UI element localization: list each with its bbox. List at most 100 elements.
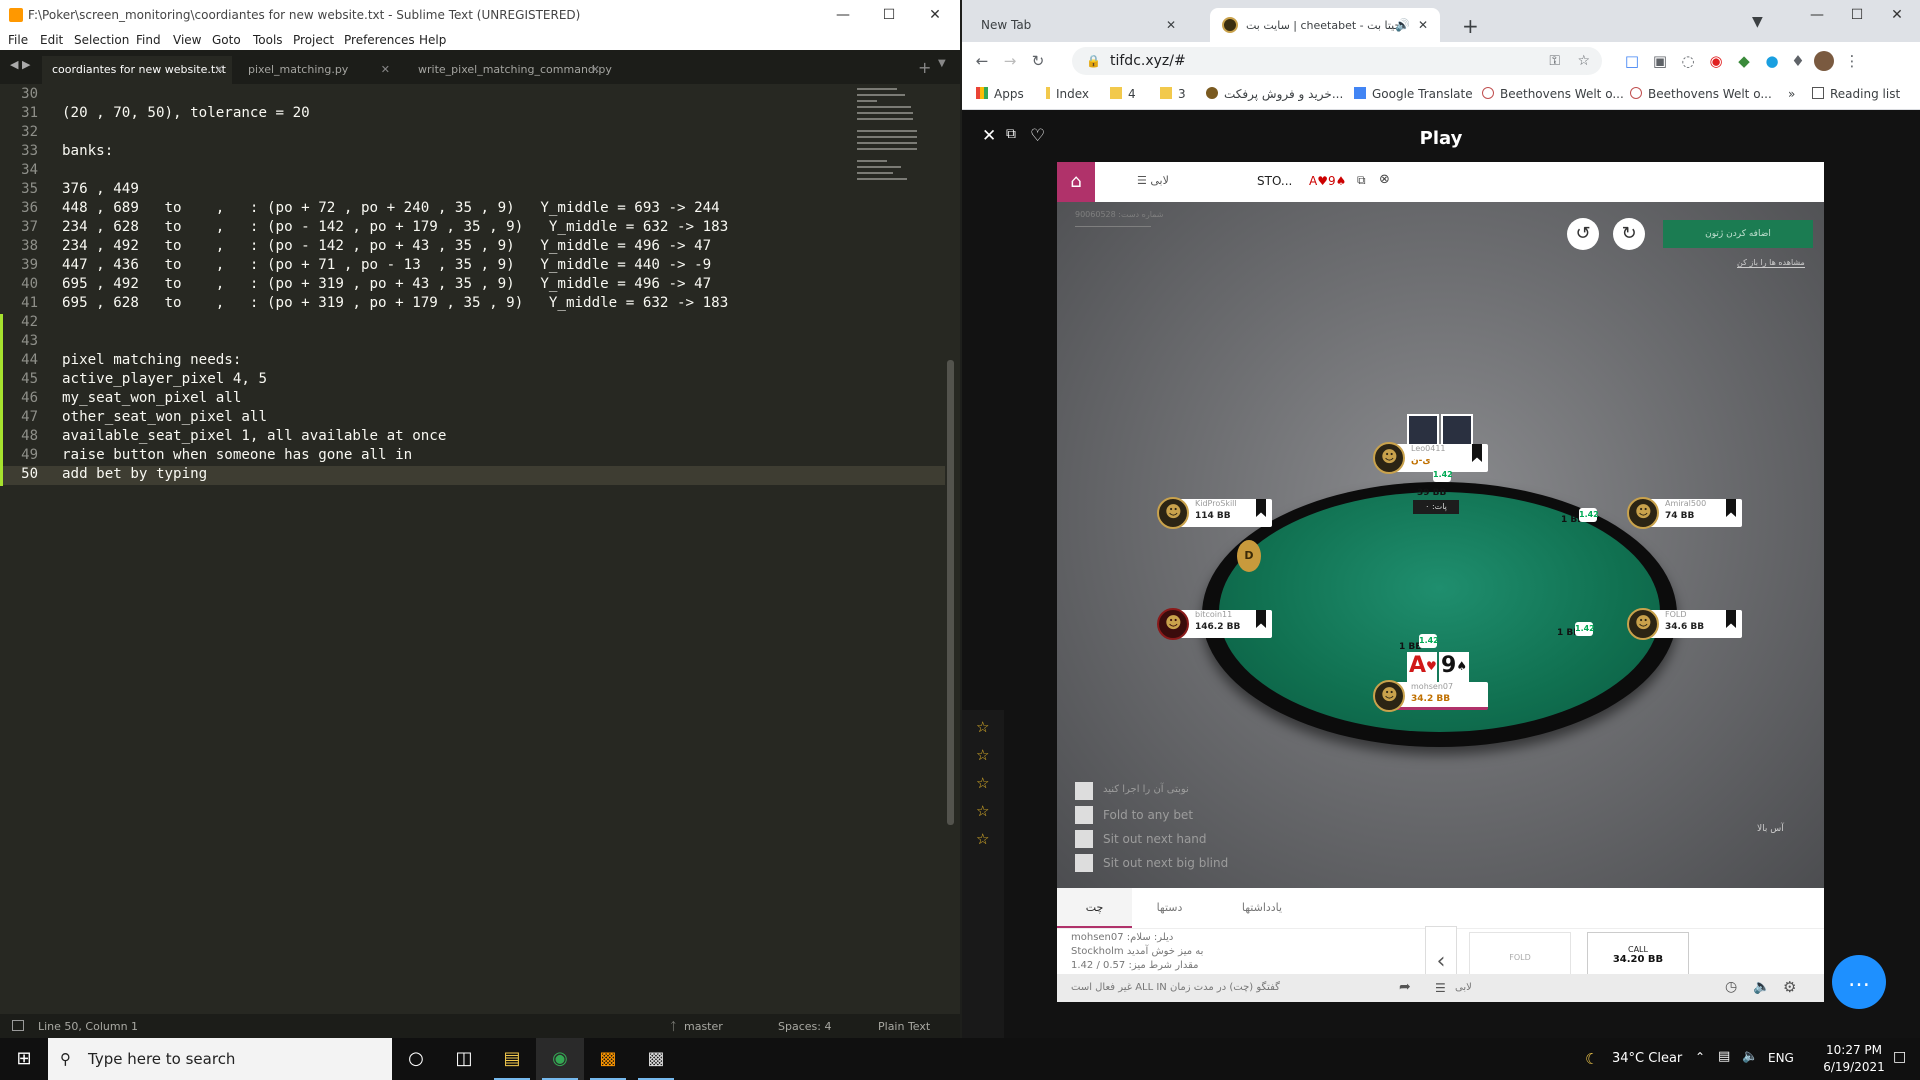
checkbox-auto-action[interactable] xyxy=(1075,782,1093,800)
tab-search-icon[interactable]: ▼ xyxy=(1752,14,1763,30)
menu-project[interactable]: Project xyxy=(293,33,334,47)
indentation-setting[interactable]: Spaces: 4 xyxy=(778,1020,831,1033)
file-explorer-icon[interactable]: ▤ xyxy=(488,1038,536,1080)
chat-support-bubble-icon[interactable]: … xyxy=(1832,955,1886,1009)
volume-icon[interactable]: 🔈 xyxy=(1742,1049,1758,1064)
browser-tab-cheetabet[interactable]: سایت بت | cheetabet - چیتا بت 🔊 ✕ xyxy=(1210,8,1440,42)
terminal-app-icon[interactable]: ▩ xyxy=(632,1038,680,1080)
minimize-button[interactable]: — xyxy=(820,0,866,30)
sublime-app-icon[interactable]: ▩ xyxy=(584,1038,632,1080)
share-icon[interactable]: ➦ xyxy=(1399,979,1411,995)
star-icon[interactable]: ☆ xyxy=(976,802,989,820)
cursor-position[interactable]: Line 50, Column 1 xyxy=(38,1020,138,1033)
clock-date[interactable]: 6/19/2021 xyxy=(1822,1060,1886,1074)
bookmark-beethovens-1[interactable]: Beethovens Welt o... xyxy=(1482,87,1624,101)
home-icon[interactable]: ⌂ xyxy=(1057,162,1095,202)
history-icon[interactable]: ◷ xyxy=(1725,979,1737,995)
panel-toggle-icon[interactable] xyxy=(12,1020,24,1031)
notifications-icon[interactable]: □ xyxy=(1893,1049,1906,1065)
checkbox-sit-out-big-blind[interactable] xyxy=(1075,854,1093,872)
menu-goto[interactable]: Goto xyxy=(212,33,241,47)
settings-gear-icon[interactable]: ⚙ xyxy=(1783,978,1796,996)
checkbox-fold-to-any-bet[interactable] xyxy=(1075,806,1093,824)
extension-icon[interactable]: ◆ xyxy=(1734,51,1754,71)
extension-icon[interactable]: ◌ xyxy=(1678,51,1698,71)
tab-notes[interactable]: یادداشتها xyxy=(1207,888,1317,928)
bookmark-folder-4[interactable]: 4 xyxy=(1110,87,1136,101)
footer-lobby[interactable]: لابی xyxy=(1455,982,1472,993)
checkbox-sit-out-next-hand[interactable] xyxy=(1075,830,1093,848)
tab-pixel-matching[interactable]: pixel_matching.py ✕ xyxy=(238,56,398,84)
redo-icon[interactable]: ↻ xyxy=(1613,218,1645,250)
star-icon[interactable]: ☆ xyxy=(976,718,989,736)
menu-help[interactable]: Help xyxy=(419,33,446,47)
menu-preferences[interactable]: Preferences xyxy=(344,33,415,47)
extension-icon[interactable]: ▣ xyxy=(1650,51,1670,71)
browser-tab-new-tab[interactable]: New Tab ✕ xyxy=(964,8,1188,42)
seat-right-bottom[interactable]: FOLD 34.6 BB xyxy=(1627,608,1742,640)
taskbar-search-input[interactable]: ⚲ Type here to search xyxy=(48,1038,392,1080)
tab-coordinates-file[interactable]: coordiantes for new website.txt ✕ xyxy=(42,56,232,84)
notes-link[interactable]: مشاهده ها را باز کن xyxy=(1737,258,1805,268)
forward-icon[interactable]: → xyxy=(1000,51,1020,71)
audio-playing-icon[interactable]: 🔊 xyxy=(1395,8,1410,42)
close-tab-icon[interactable]: ✕ xyxy=(1418,8,1428,42)
close-tab-icon[interactable]: ✕ xyxy=(215,56,224,84)
profile-avatar[interactable] xyxy=(1814,51,1834,71)
new-tab-icon[interactable]: + xyxy=(1462,14,1479,38)
bookmark-google-translate[interactable]: Google Translate xyxy=(1354,87,1473,101)
address-bar[interactable]: 🔒 tifdc.xyz/# ⚿ ☆ xyxy=(1072,47,1602,75)
minimap[interactable] xyxy=(855,84,935,194)
lobby-tab[interactable]: ☰ لابی xyxy=(1137,174,1169,187)
add-chips-button[interactable]: اضافه کردن ژتون xyxy=(1663,220,1813,248)
star-icon[interactable]: ☆ xyxy=(976,746,989,764)
undo-icon[interactable]: ↺ xyxy=(1567,218,1599,250)
network-icon[interactable]: ▤ xyxy=(1718,1049,1730,1064)
popout-table-icon[interactable]: ⧉ xyxy=(1357,173,1366,188)
close-tab-icon[interactable]: ✕ xyxy=(591,56,600,84)
chrome-menu-icon[interactable]: ⋮ xyxy=(1842,51,1862,71)
lock-icon[interactable]: 🔒 xyxy=(1086,47,1101,75)
weather-moon-icon[interactable]: ☾ xyxy=(1585,1050,1598,1068)
menu-view[interactable]: View xyxy=(173,33,201,47)
reload-icon[interactable]: ↻ xyxy=(1028,51,1048,71)
menu-find[interactable]: Find xyxy=(136,33,161,47)
star-icon[interactable]: ☆ xyxy=(976,774,989,792)
key-icon[interactable]: ⚿ xyxy=(1549,47,1560,75)
table-tab[interactable]: STO... xyxy=(1257,174,1292,188)
seat-left-top[interactable]: KidProSkill 114 BB xyxy=(1157,497,1272,529)
seat-right-top[interactable]: Amiral500 74 BB xyxy=(1627,497,1742,529)
bookmark-apps[interactable]: Apps xyxy=(976,87,1024,101)
task-view-icon[interactable]: ◫ xyxy=(440,1038,488,1080)
reading-list[interactable]: Reading list xyxy=(1812,87,1900,101)
tab-chat[interactable]: چت xyxy=(1057,888,1132,928)
close-table-icon[interactable]: ⊗ xyxy=(1379,172,1390,187)
syntax-setting[interactable]: Plain Text xyxy=(878,1020,930,1033)
list-icon[interactable]: ☰ xyxy=(1435,981,1446,995)
new-tab-icon[interactable]: + xyxy=(918,58,931,77)
tab-write-pixel-matching[interactable]: write_pixel_matching_command.py ✕ xyxy=(408,56,612,84)
bookmark-folder-3[interactable]: 3 xyxy=(1160,87,1186,101)
seat-hero[interactable]: mohsen07 34.2 BB xyxy=(1373,680,1488,712)
vertical-scrollbar[interactable] xyxy=(947,360,954,825)
close-tab-icon[interactable]: ✕ xyxy=(381,56,390,84)
volume-icon[interactable]: 🔈 xyxy=(1753,979,1770,995)
star-icon[interactable]: ☆ xyxy=(976,830,989,848)
bookmark-perfect-money[interactable]: خرید و فروش پرفکت... xyxy=(1206,87,1343,101)
tab-nav-arrows-icon[interactable]: ◀ ▶ xyxy=(10,58,30,71)
menu-tools[interactable]: Tools xyxy=(253,33,283,47)
language-indicator[interactable]: ENG xyxy=(1768,1051,1794,1065)
maximize-button[interactable]: ☐ xyxy=(866,0,912,30)
bookmarks-overflow[interactable]: » xyxy=(1788,87,1795,101)
extension-icon[interactable]: ● xyxy=(1762,51,1782,71)
bookmark-star-icon[interactable]: ☆ xyxy=(1577,47,1590,75)
cortana-circle-icon[interactable]: ○ xyxy=(392,1038,440,1080)
show-hidden-icons-icon[interactable]: ⌃ xyxy=(1695,1050,1705,1064)
chrome-app-icon[interactable]: ◉ xyxy=(536,1038,584,1080)
tab-hands[interactable]: دستها xyxy=(1132,888,1207,928)
weather-text[interactable]: 34°C Clear xyxy=(1612,1051,1682,1066)
close-tab-icon[interactable]: ✕ xyxy=(1166,8,1176,42)
menu-edit[interactable]: Edit xyxy=(40,33,63,47)
menu-file[interactable]: File xyxy=(8,33,28,47)
back-icon[interactable]: ← xyxy=(972,51,992,71)
